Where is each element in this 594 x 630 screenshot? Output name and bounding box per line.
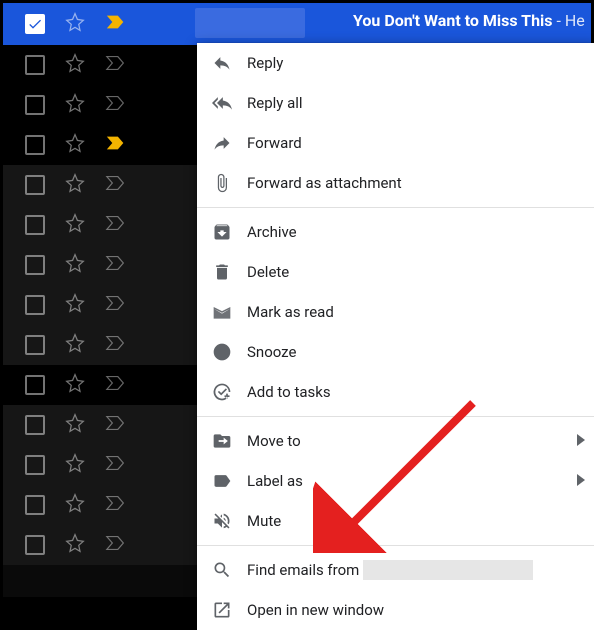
star-icon[interactable] xyxy=(65,133,85,157)
importance-marker-icon[interactable] xyxy=(105,54,127,76)
sender-redacted xyxy=(363,560,533,580)
importance-marker-icon[interactable] xyxy=(105,94,127,116)
menu-label: Archive xyxy=(247,223,297,241)
menu-label: Delete xyxy=(247,263,289,281)
menu-add-tasks[interactable]: Add to tasks xyxy=(197,372,594,412)
subject-preview: - He xyxy=(553,11,585,30)
star-icon[interactable] xyxy=(65,493,85,517)
menu-separator xyxy=(197,545,594,546)
menu-label: Forward xyxy=(247,134,302,152)
importance-marker-icon[interactable] xyxy=(105,534,127,556)
star-icon[interactable] xyxy=(65,12,85,36)
menu-reply-all[interactable]: Reply all xyxy=(197,83,594,123)
star-icon[interactable] xyxy=(65,333,85,357)
menu-separator xyxy=(197,207,594,208)
reply-icon xyxy=(211,52,233,74)
menu-reply[interactable]: Reply xyxy=(197,43,594,83)
menu-label: Reply all xyxy=(247,94,303,112)
menu-forward[interactable]: Forward xyxy=(197,123,594,163)
importance-marker-icon[interactable] xyxy=(105,374,127,396)
checkbox-icon[interactable] xyxy=(25,215,45,235)
importance-marker-icon[interactable] xyxy=(105,134,127,156)
forward-icon xyxy=(211,132,233,154)
menu-open-window[interactable]: Open in new window xyxy=(197,590,594,630)
importance-marker-icon[interactable] xyxy=(105,414,127,436)
menu-label-as[interactable]: Label as xyxy=(197,461,594,501)
checkbox-icon[interactable] xyxy=(25,95,45,115)
menu-label: Reply xyxy=(247,54,283,72)
menu-forward-attachment[interactable]: Forward as attachment xyxy=(197,163,594,203)
archive-icon xyxy=(211,221,233,243)
checkbox-icon[interactable] xyxy=(25,535,45,555)
importance-marker-icon[interactable] xyxy=(105,334,127,356)
mute-icon xyxy=(211,510,233,532)
star-icon[interactable] xyxy=(65,93,85,117)
checkbox-checked-icon[interactable] xyxy=(25,14,45,34)
reply-all-icon xyxy=(211,92,233,114)
menu-label: Mark as read xyxy=(247,303,334,321)
menu-snooze[interactable]: Snooze xyxy=(197,332,594,372)
checkbox-icon[interactable] xyxy=(25,255,45,275)
importance-marker-icon[interactable] xyxy=(105,214,127,236)
checkbox-icon[interactable] xyxy=(25,415,45,435)
mark-read-icon xyxy=(211,301,233,323)
checkbox-icon[interactable] xyxy=(25,55,45,75)
checkbox-icon[interactable] xyxy=(25,135,45,155)
menu-label: Add to tasks xyxy=(247,383,331,401)
star-icon[interactable] xyxy=(65,53,85,77)
chevron-right-icon xyxy=(577,472,585,490)
checkbox-icon[interactable] xyxy=(25,175,45,195)
importance-marker-icon[interactable] xyxy=(105,13,127,35)
menu-delete[interactable]: Delete xyxy=(197,252,594,292)
star-icon[interactable] xyxy=(65,293,85,317)
menu-label: Label as xyxy=(247,472,303,490)
menu-archive[interactable]: Archive xyxy=(197,212,594,252)
email-subject: You Don't Want to Miss This - He xyxy=(353,11,585,30)
checkbox-icon[interactable] xyxy=(25,495,45,515)
star-icon[interactable] xyxy=(65,453,85,477)
menu-label: Mute xyxy=(247,512,281,530)
importance-marker-icon[interactable] xyxy=(105,294,127,316)
star-icon[interactable] xyxy=(65,413,85,437)
menu-mute[interactable]: Mute xyxy=(197,501,594,541)
chevron-right-icon xyxy=(577,432,585,450)
menu-label: Find emails from xyxy=(247,561,359,579)
open-in-new-icon xyxy=(211,599,233,621)
star-icon[interactable] xyxy=(65,213,85,237)
importance-marker-icon[interactable] xyxy=(105,454,127,476)
move-to-icon xyxy=(211,430,233,452)
context-menu: Reply Reply all Forward Forward as attac… xyxy=(197,43,594,630)
menu-label: Open in new window xyxy=(247,601,384,619)
menu-find-emails-from[interactable]: Find emails from xyxy=(197,550,594,590)
star-icon[interactable] xyxy=(65,253,85,277)
attachment-icon xyxy=(211,172,233,194)
menu-separator xyxy=(197,416,594,417)
checkbox-icon[interactable] xyxy=(25,295,45,315)
menu-mark-read[interactable]: Mark as read xyxy=(197,292,594,332)
sender-redacted xyxy=(195,8,305,38)
checkbox-icon[interactable] xyxy=(25,455,45,475)
subject-text: You Don't Want to Miss This xyxy=(353,11,553,30)
add-tasks-icon xyxy=(211,381,233,403)
search-icon xyxy=(211,559,233,581)
importance-marker-icon[interactable] xyxy=(105,174,127,196)
importance-marker-icon[interactable] xyxy=(105,494,127,516)
menu-label: Forward as attachment xyxy=(247,174,402,192)
menu-move-to[interactable]: Move to xyxy=(197,421,594,461)
snooze-icon xyxy=(211,341,233,363)
delete-icon xyxy=(211,261,233,283)
star-icon[interactable] xyxy=(65,173,85,197)
star-icon[interactable] xyxy=(65,533,85,557)
checkbox-icon[interactable] xyxy=(25,335,45,355)
checkbox-icon[interactable] xyxy=(25,375,45,395)
star-icon[interactable] xyxy=(65,373,85,397)
menu-label: Snooze xyxy=(247,343,296,361)
importance-marker-icon[interactable] xyxy=(105,254,127,276)
menu-label: Move to xyxy=(247,432,301,450)
label-icon xyxy=(211,470,233,492)
